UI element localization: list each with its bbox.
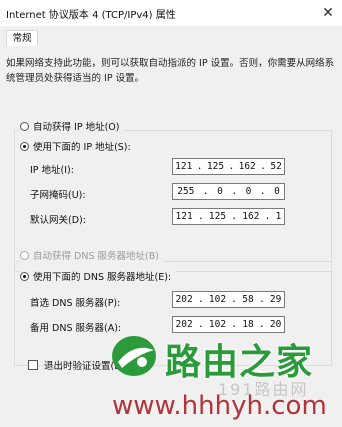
radio-unchecked-icon: [20, 121, 29, 131]
ip-octet: 125: [206, 161, 225, 172]
manual-ip-label: 使用下面的 IP 地址(S):: [33, 142, 131, 153]
auto-ip-label: 自动获得 IP 地址(O): [33, 122, 120, 133]
ip-octet: 121: [175, 161, 193, 172]
ip-octet: 0: [245, 186, 252, 197]
ip-address-input[interactable]: 121. 125. 162. 52: [172, 158, 285, 175]
window-title: Internet 协议版本 4 (TCP/IPv4) 属性: [6, 10, 176, 21]
watermark-logo-icon: [112, 336, 156, 376]
close-button[interactable]: ✕: [318, 3, 338, 23]
default-gateway-label: 默认网关(D):: [30, 215, 86, 226]
ip-octet: 162: [238, 161, 256, 172]
tab-strip: 常规: [0, 26, 342, 47]
ip-octet: 29: [269, 294, 282, 305]
ip-octet: 18: [242, 319, 254, 330]
ip-octet: 0: [274, 186, 280, 197]
ip-octet: 20: [269, 319, 282, 330]
ip-octet: 58: [242, 294, 254, 305]
ip-octet: 162: [242, 211, 260, 222]
manual-dns-label: 使用下面的 DNS 服务器地址(E):: [33, 272, 172, 283]
radio-checked-icon: [20, 271, 29, 281]
watermark-url: www.hhhyh.com: [112, 391, 327, 421]
ip-octet: 255: [177, 186, 195, 197]
title-bar: Internet 协议版本 4 (TCP/IPv4) 属性 ✕: [0, 0, 342, 26]
tab-general[interactable]: 常规: [6, 30, 38, 47]
manual-dns-radio[interactable]: 使用下面的 DNS 服务器地址(E):: [20, 269, 176, 283]
radio-checked-icon: [20, 141, 29, 151]
ip-address-label: IP 地址(I):: [30, 165, 74, 176]
auto-dns-radio[interactable]: 自动获得 DNS 服务器地址(B): [20, 248, 163, 262]
subnet-mask-label: 子网掩码(U):: [30, 190, 86, 201]
ip-octet: 102: [208, 319, 227, 330]
ip-octet: 1: [275, 211, 282, 222]
checkbox-icon: [28, 360, 38, 370]
alternate-dns-input[interactable]: 202. 102. 18. 20: [172, 316, 285, 333]
ip-octet: 202: [175, 319, 193, 330]
preferred-dns-input[interactable]: 202. 102. 58. 29: [172, 291, 285, 308]
auto-ip-radio[interactable]: 自动获得 IP 地址(O): [20, 119, 124, 133]
ip-octet: 102: [208, 294, 227, 305]
radio-unchecked-icon: [20, 250, 29, 260]
ip-octet: 121: [175, 211, 193, 222]
ip-octet: 125: [208, 211, 227, 222]
auto-dns-label: 自动获得 DNS 服务器地址(B): [33, 251, 159, 262]
description-text: 如果网络支持此功能，则可以获取自动指派的 IP 设置。否则，你需要从网络系统管理…: [6, 58, 335, 84]
ip-octet: 52: [270, 161, 282, 172]
default-gateway-input[interactable]: 121. 125. 162. 1: [172, 208, 285, 225]
ip-octet: 0: [217, 186, 223, 197]
subnet-mask-input[interactable]: 255. 0. 0. 0: [172, 183, 285, 200]
preferred-dns-label: 首选 DNS 服务器(P):: [30, 298, 121, 309]
manual-ip-radio[interactable]: 使用下面的 IP 地址(S):: [20, 139, 135, 153]
ip-octet: 202: [175, 294, 193, 305]
